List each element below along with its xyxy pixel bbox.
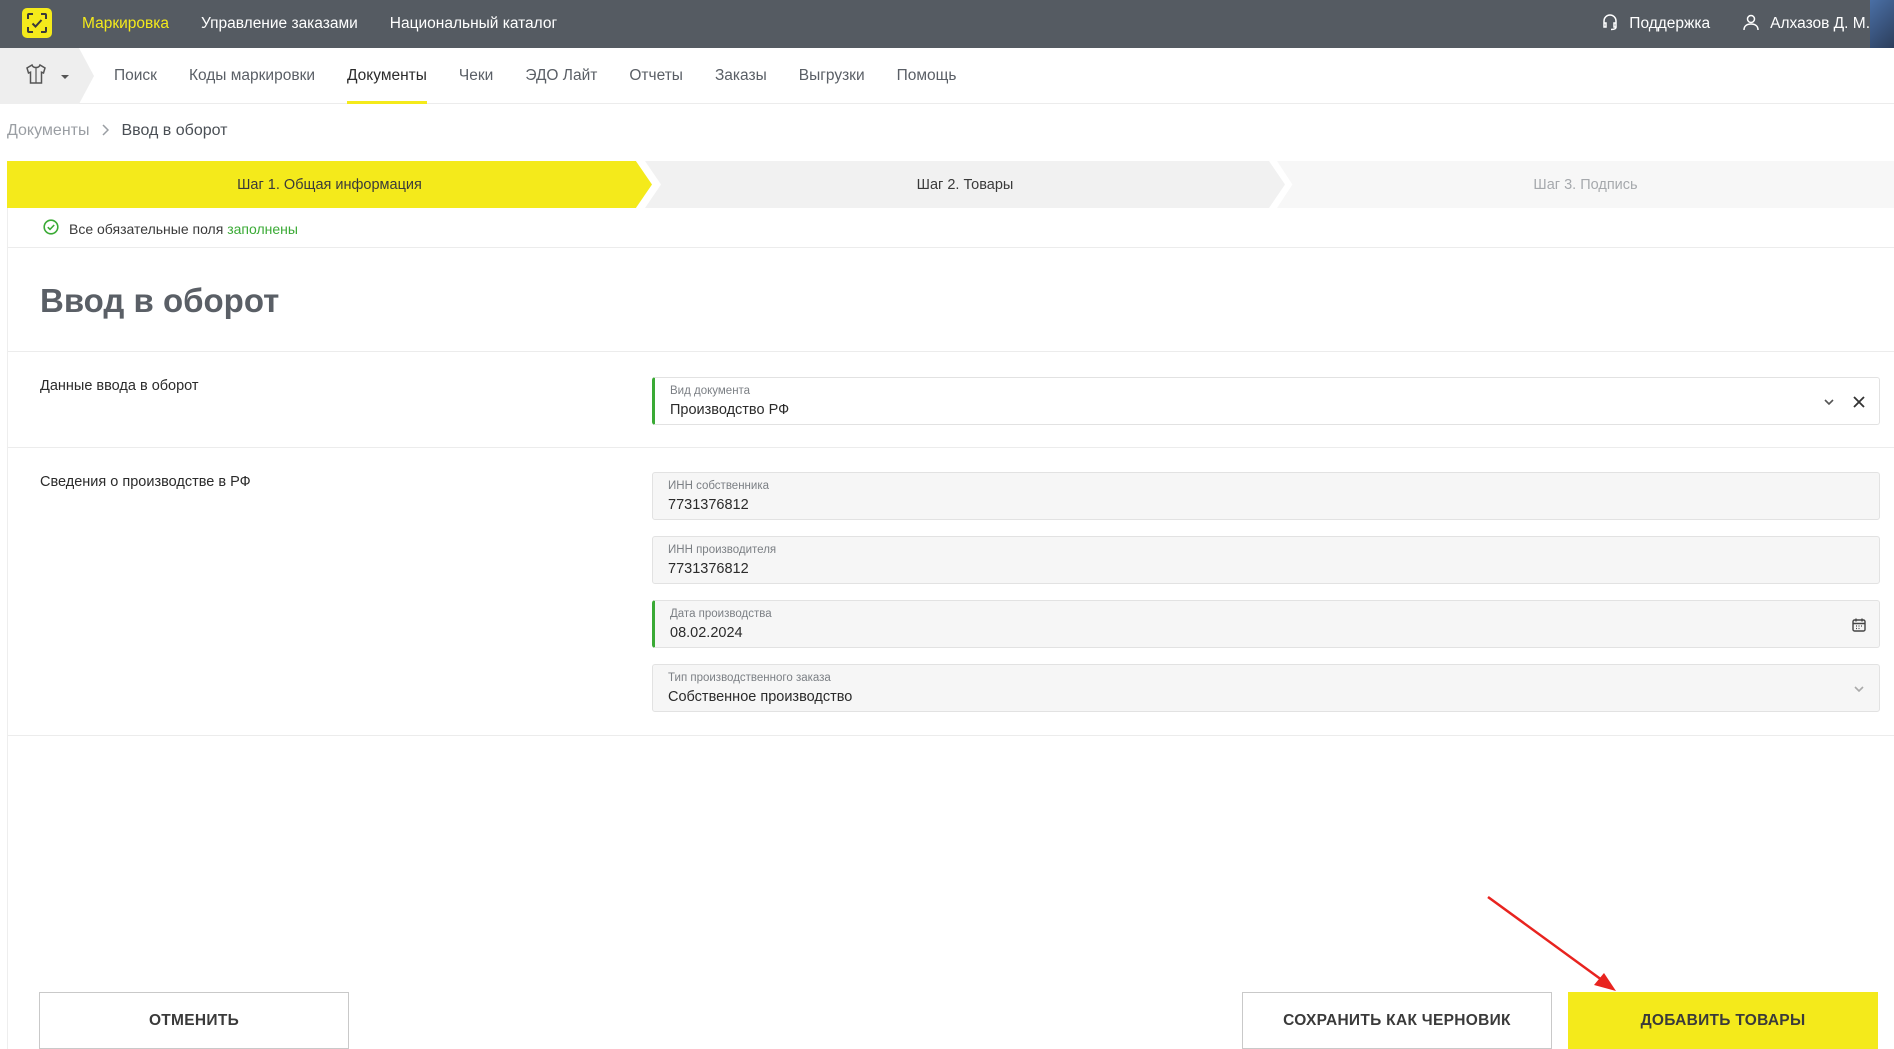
divider [8,247,1894,248]
step-signature: Шаг 3. Подпись [1277,161,1894,208]
section-label-production: Сведения о производстве в РФ [40,474,251,490]
tab-exports[interactable]: Выгрузки [799,48,865,104]
caret-down-icon [60,67,70,85]
tab-documents[interactable]: Документы [347,48,427,104]
tab-edo-lite[interactable]: ЭДО Лайт [525,48,597,104]
required-fields-status: Все обязательные поля заполнены [43,219,298,238]
headset-icon [1601,13,1619,36]
chevron-down-icon[interactable] [1849,679,1869,699]
breadcrumb-current: Ввод в оборот [121,122,228,139]
status-text: Все обязательные поля [69,220,224,237]
user-menu[interactable]: Алхазов Д. М. [1742,13,1870,36]
section-label-entry-data: Данные ввода в оборот [40,378,199,394]
tab-orders[interactable]: Заказы [715,48,767,104]
scan-logo-icon[interactable] [22,8,52,38]
tab-marking-codes[interactable]: Коды маркировки [189,48,315,104]
wizard-steps: Шаг 1. Общая информация Шаг 2. Товары Ша… [7,161,1894,208]
top-bar: Маркировка Управление заказами Националь… [0,0,1894,48]
producer-inn-label: ИНН производителя [668,544,777,556]
top-nav-national-catalog[interactable]: Национальный каталог [390,15,557,33]
top-nav-orders-management[interactable]: Управление заказами [201,15,358,33]
document-form: Все обязательные поля заполнены Ввод в о… [7,208,1894,1049]
tab-search[interactable]: Поиск [114,48,157,104]
step-general-info[interactable]: Шаг 1. Общая информация [7,161,652,208]
order-type-select[interactable]: Тип производственного заказа Собственное… [652,664,1880,712]
chevron-right-icon [101,123,110,139]
avatar[interactable] [1870,0,1894,48]
save-draft-button[interactable]: СОХРАНИТЬ КАК ЧЕРНОВИК [1242,992,1552,1049]
user-name: Алхазов Д. М. [1770,15,1870,32]
check-circle-icon [43,219,59,238]
section-tabs: Поиск Коды маркировки Документы Чеки ЭДО… [114,48,957,104]
cancel-button[interactable]: ОТМЕНИТЬ [39,992,349,1049]
support-link[interactable]: Поддержка [1601,13,1710,36]
divider [8,735,1894,736]
producer-inn-field[interactable]: ИНН производителя 7731376812 [652,536,1880,584]
top-right-menu: Поддержка Алхазов Д. М. [1601,0,1870,48]
production-date-value: 08.02.2024 [670,625,743,641]
page-title: Ввод в оборот [40,282,280,319]
tab-help[interactable]: Помощь [897,48,957,104]
breadcrumb: Документы Ввод в оборот [7,122,227,140]
clear-icon[interactable] [1849,392,1869,412]
shirt-icon [24,62,48,91]
support-label: Поддержка [1629,15,1711,32]
order-type-label: Тип производственного заказа [668,672,831,684]
section-nav: Поиск Коды маркировки Документы Чеки ЭДО… [0,48,1894,104]
divider [8,351,1894,352]
doc-type-select[interactable]: Вид документа Производство РФ [652,377,1880,425]
chevron-down-icon[interactable] [1819,392,1839,412]
tab-reports[interactable]: Отчеты [629,48,683,104]
order-type-value: Собственное производство [668,689,853,705]
owner-inn-field[interactable]: ИНН собственника 7731376812 [652,472,1880,520]
owner-inn-value: 7731376812 [668,497,749,513]
calendar-icon[interactable] [1849,615,1869,635]
production-date-field[interactable]: Дата производства 08.02.2024 [652,600,1880,648]
divider [8,447,1894,448]
doc-type-value: Производство РФ [670,402,790,418]
top-nav: Маркировка Управление заказами Националь… [82,0,557,48]
tab-receipts[interactable]: Чеки [459,48,493,104]
production-date-label: Дата производства [670,608,772,620]
status-highlight: заполнены [227,220,298,237]
producer-inn-value: 7731376812 [668,561,749,577]
breadcrumb-documents[interactable]: Документы [7,122,89,140]
add-goods-button[interactable]: ДОБАВИТЬ ТОВАРЫ [1568,992,1878,1049]
product-group-switcher[interactable] [0,48,94,104]
top-nav-markirovka[interactable]: Маркировка [82,15,169,33]
owner-inn-label: ИНН собственника [668,480,770,492]
step-goods[interactable]: Шаг 2. Товары [645,161,1285,208]
user-icon [1742,13,1760,36]
doc-type-label: Вид документа [670,385,751,397]
